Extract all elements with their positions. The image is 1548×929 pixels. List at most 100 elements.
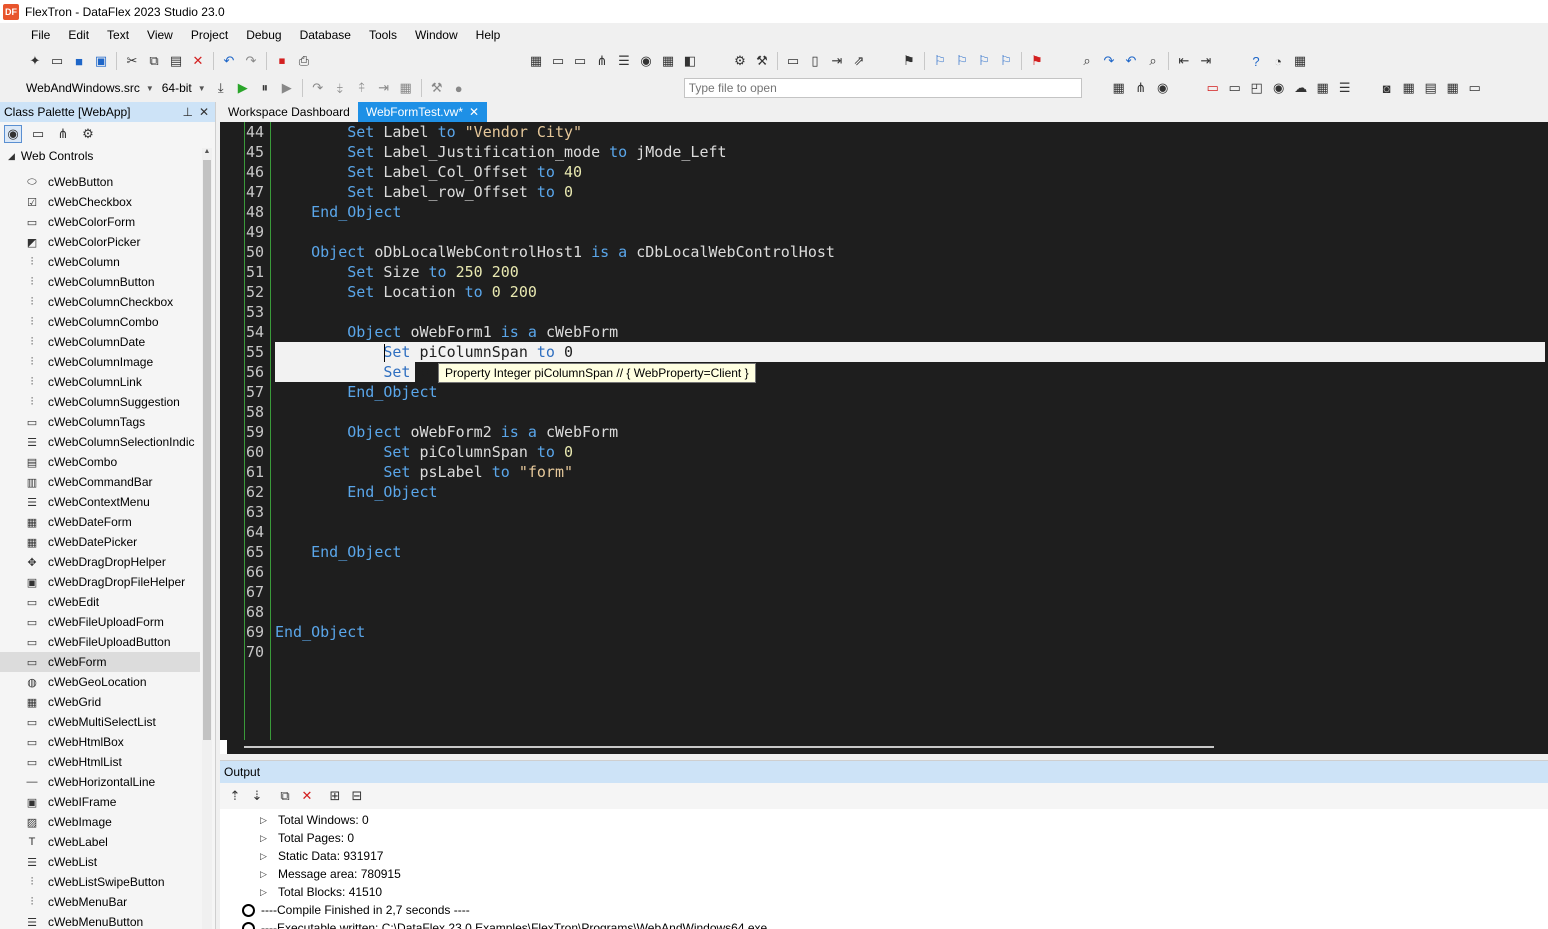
code-line[interactable]: End_Object xyxy=(275,542,1545,562)
spreadsheet-icon[interactable]: ▦ xyxy=(1444,79,1462,97)
code-lines[interactable]: Set Label to "Vendor City" Set Label_Jus… xyxy=(275,122,1545,662)
code-line[interactable]: End_Object xyxy=(275,382,1545,402)
step-out-icon[interactable]: ⤉ xyxy=(353,79,371,97)
code-line[interactable]: End_Object xyxy=(275,622,1545,642)
pause-icon[interactable]: ⏸ xyxy=(256,79,274,97)
output-message[interactable]: ----Executable written: C:\DataFlex 23.0… xyxy=(220,919,1548,929)
goto-previous-icon[interactable]: ⇡ xyxy=(226,787,244,805)
collapse-triangle-icon[interactable]: ◢ xyxy=(8,151,15,162)
database-icon[interactable]: ◙ xyxy=(1378,79,1396,97)
bitness-select[interactable]: 64-bit ▼ xyxy=(158,78,210,98)
output-stat-row[interactable]: ▷ Message area : 780915 xyxy=(220,865,1548,883)
run-icon[interactable]: ▶ xyxy=(234,79,252,97)
relations-icon[interactable]: ⋔ xyxy=(1132,79,1150,97)
palette-item-cwebdragdrophelper[interactable]: ✥ cWebDragDropHelper xyxy=(0,552,200,572)
globe-icon[interactable]: ◉ xyxy=(637,52,655,70)
palette-item-cwebcolumnlink[interactable]: ⫶ cWebColumnLink xyxy=(0,372,200,392)
menu-tools[interactable]: Tools xyxy=(360,28,406,42)
goto-next-icon[interactable]: ⇣ xyxy=(248,787,266,805)
code-line[interactable]: Set ps xyxy=(275,362,438,382)
step-into-icon[interactable]: ⤈ xyxy=(331,79,349,97)
window-icon[interactable]: ▭ xyxy=(1226,79,1244,97)
menu-window[interactable]: Window xyxy=(406,28,467,42)
database-globe-icon[interactable]: ◉ xyxy=(1154,79,1172,97)
table-icon[interactable]: ▦ xyxy=(659,52,677,70)
tools-icon[interactable]: ⚒ xyxy=(428,79,446,97)
web-view-icon[interactable]: ◰ xyxy=(1248,79,1266,97)
code-line[interactable]: Set Label_row_Offset to 0 xyxy=(275,182,1545,202)
find-next-icon[interactable]: ↷ xyxy=(1100,52,1118,70)
palette-item-cwebcolumnimage[interactable]: ⫶ cWebColumnImage xyxy=(0,352,200,372)
menu-help[interactable]: Help xyxy=(467,28,510,42)
view-icon-1[interactable]: ▦ xyxy=(527,52,545,70)
expand-triangle-icon[interactable]: ▷ xyxy=(260,851,270,862)
form-designer-icon[interactable]: ▭ xyxy=(784,52,802,70)
delete-icon[interactable]: ✕ xyxy=(189,52,207,70)
continue-icon[interactable]: ▶ xyxy=(278,79,296,97)
stop-icon[interactable]: ● xyxy=(450,79,468,97)
code-line[interactable]: Set psLabel to "form" xyxy=(275,462,1545,482)
palette-item-cwebcommandbar[interactable]: ▥ cWebCommandBar xyxy=(0,472,200,492)
code-line[interactable]: Set Size to 250 200 xyxy=(275,262,1545,282)
palette-item-cwebmenubutton[interactable]: ☰ cWebMenuButton xyxy=(0,912,200,929)
output-message[interactable]: ----Compile Finished in 2,7 seconds ---- xyxy=(220,901,1548,919)
menu-edit[interactable]: Edit xyxy=(59,28,98,42)
menu-project[interactable]: Project xyxy=(182,28,237,42)
code-line[interactable]: Set Label_Col_Offset to 40 xyxy=(275,162,1545,182)
palette-item-cwebcolumnselectionindic[interactable]: ☰ cWebColumnSelectionIndic xyxy=(0,432,200,452)
category-web-controls[interactable]: ◢ Web Controls xyxy=(0,146,215,166)
collapse-all-icon[interactable]: ⊟ xyxy=(348,787,366,805)
bookmark-next-icon[interactable]: ⚐ xyxy=(953,52,971,70)
code-line[interactable]: Object oWebForm1 is a cWebForm xyxy=(275,322,1545,342)
stop-record-icon[interactable]: ⏹ xyxy=(273,52,291,70)
palette-item-cweblabel[interactable]: TcWebLabel xyxy=(0,832,200,852)
palette-item-cwebcombo[interactable]: ▤ cWebCombo xyxy=(0,452,200,472)
code-line[interactable]: End_Object xyxy=(275,202,1545,222)
compile-icon[interactable]: ⚙ xyxy=(731,52,749,70)
palette-item-cwebhtmllist[interactable]: ▭ cWebHtmlList xyxy=(0,752,200,772)
find-in-files-icon[interactable]: ⌕ xyxy=(1144,52,1162,70)
output-stat-row[interactable]: ▷ Static Data : 931917 xyxy=(220,847,1548,865)
expand-triangle-icon[interactable]: ▷ xyxy=(260,869,270,880)
palette-item-cwebcolumncombo[interactable]: ⫶ cWebColumnCombo xyxy=(0,312,200,332)
cloud-icon[interactable]: ☁ xyxy=(1292,79,1310,97)
palette-item-cwebcolumnsuggestion[interactable]: ⫶ cWebColumnSuggestion xyxy=(0,392,200,412)
output-stat-row[interactable]: ▷ Total Pages : 0 xyxy=(220,829,1548,847)
code-line[interactable]: Set piColumnSpan to 0 xyxy=(275,442,1545,462)
open-folder-icon[interactable]: ▭ xyxy=(48,52,66,70)
code-line[interactable]: Object oWebForm2 is a cWebForm xyxy=(275,422,1545,442)
panel-icon[interactable]: ◧ xyxy=(681,52,699,70)
export-icon[interactable]: ⇥ xyxy=(828,52,846,70)
scroll-up-icon[interactable]: ▲ xyxy=(202,148,212,158)
web-palette-icon[interactable]: ◉ xyxy=(4,125,22,143)
palette-item-cwebbutton[interactable]: ⬭ cWebButton xyxy=(0,172,200,192)
code-line[interactable] xyxy=(275,582,1545,602)
menu-file[interactable]: File xyxy=(22,28,59,42)
help-icon[interactable]: ? xyxy=(1247,52,1265,70)
code-line[interactable]: Set Label to "Vendor City" xyxy=(275,122,1545,142)
scroll-thumb[interactable] xyxy=(203,160,211,740)
sql-icon[interactable]: ▭ xyxy=(1466,79,1484,97)
menu-view[interactable]: View xyxy=(138,28,182,42)
bookmark-prev-icon[interactable]: ⚐ xyxy=(931,52,949,70)
save-all-icon[interactable]: ▣ xyxy=(92,52,110,70)
palette-item-cwebfileuploadbutton[interactable]: ▭ cWebFileUploadButton xyxy=(0,632,200,652)
palette-item-cwebform[interactable]: ▭ cWebForm xyxy=(0,652,200,672)
copy-icon[interactable]: ⧉ xyxy=(145,52,163,70)
undo-icon[interactable]: ↶ xyxy=(220,52,238,70)
palette-item-cwebcolumnbutton[interactable]: ⫶ cWebColumnButton xyxy=(0,272,200,292)
palette-item-cwebedit[interactable]: ▭ cWebEdit xyxy=(0,592,200,612)
step-over-icon[interactable]: ↷ xyxy=(309,79,327,97)
palette-item-cwebcolorform[interactable]: ▭ cWebColorForm xyxy=(0,212,200,232)
view-icon-2[interactable]: ▭ xyxy=(549,52,567,70)
scroll-thumb[interactable] xyxy=(244,746,1214,748)
palette-item-cwebmultiselectlist[interactable]: ▭ cWebMultiSelectList xyxy=(0,712,200,732)
print-icon[interactable]: ⎙ xyxy=(295,52,313,70)
watch-icon[interactable]: ▦ xyxy=(397,79,415,97)
report-icon[interactable]: ▦ xyxy=(1400,79,1418,97)
find-prev-icon[interactable]: ↶ xyxy=(1122,52,1140,70)
cut-icon[interactable]: ✂ xyxy=(123,52,141,70)
settings-icon[interactable]: ⚙ xyxy=(79,125,97,143)
output-stat-row[interactable]: ▷ Total Blocks : 41510 xyxy=(220,883,1548,901)
bookmark-toggle-icon[interactable]: ⚐ xyxy=(975,52,993,70)
